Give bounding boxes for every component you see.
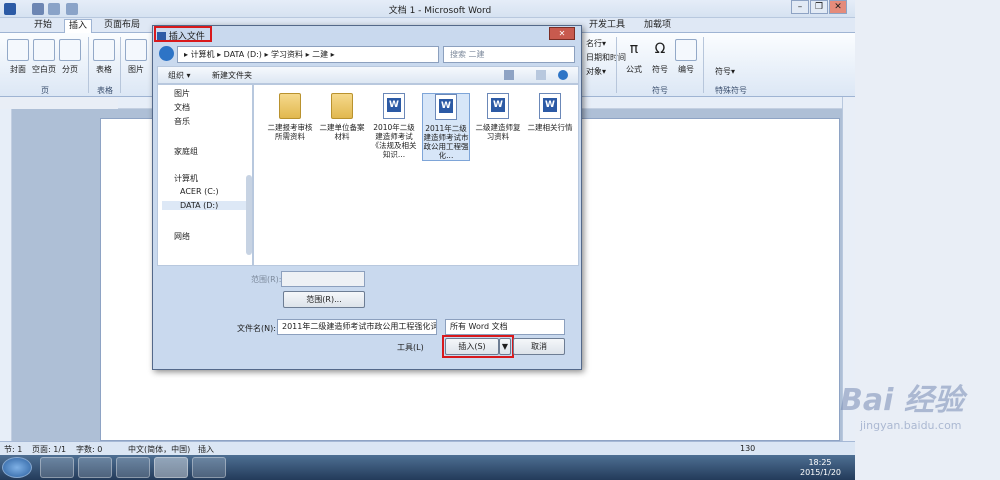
ribbon-divider <box>616 37 617 93</box>
restore-button[interactable]: ❐ <box>810 0 828 14</box>
explorer-icon[interactable] <box>116 457 150 478</box>
watermark-url: jingyan.baidu.com <box>860 419 962 432</box>
nav-item-music[interactable]: 音乐 <box>174 116 190 127</box>
file-item[interactable]: 二级建造师复习资料 <box>474 93 522 141</box>
range-input[interactable] <box>281 271 365 287</box>
tab-addins[interactable]: 加载项 <box>640 19 675 33</box>
search-input[interactable]: 搜索 二建 <box>443 46 575 63</box>
blank-page-button[interactable]: 空白页 <box>30 39 58 75</box>
tools-button[interactable]: 工具(L) <box>397 342 424 353</box>
ie-icon[interactable] <box>40 457 74 478</box>
window-title: 文档 1 - Microsoft Word <box>388 6 492 16</box>
app-taskbar-icon[interactable] <box>192 457 226 478</box>
nav-item-network[interactable]: 网络 <box>174 231 190 242</box>
range-button[interactable]: 范围(R)... <box>283 291 365 308</box>
nav-item-pictures[interactable]: 图片 <box>174 88 190 99</box>
back-arrow-icon[interactable] <box>159 46 174 61</box>
range-label: 范围(R): <box>251 275 282 284</box>
word-document-icon <box>435 94 457 120</box>
new-folder-button[interactable]: 新建文件夹 <box>212 70 252 81</box>
nav-item-documents[interactable]: 文档 <box>174 102 190 113</box>
status-language[interactable]: 中文(简体，中国) <box>128 444 190 455</box>
numbering-button[interactable]: 编号 <box>672 39 700 75</box>
dialog-close-button[interactable]: ✕ <box>549 27 575 40</box>
vertical-ruler <box>0 109 12 441</box>
filename-input[interactable]: 2011年二级建造师考试市政公用工程强化词 <box>277 319 437 335</box>
group-special-symbols-label: 特殊符号 <box>715 86 747 95</box>
undo-icon[interactable] <box>48 3 60 15</box>
status-section: 节: 1 <box>4 445 23 454</box>
equation-button[interactable]: π 公式 <box>620 39 648 75</box>
tab-page-layout[interactable]: 页面布局 <box>100 19 144 33</box>
word-document-icon <box>539 93 561 119</box>
title-bar: 文档 1 - Microsoft Word – ❐ ✕ <box>0 0 855 18</box>
close-button[interactable]: ✕ <box>829 0 847 14</box>
picture-button[interactable]: 图片 <box>122 39 150 75</box>
page-break-button[interactable]: 分页 <box>56 39 84 75</box>
table-button[interactable]: 表格 <box>90 39 118 75</box>
media-player-icon[interactable] <box>78 457 112 478</box>
file-list: 二建报考审核所需资料 二建单位备案材料 2010年二级建造师考试《法规及相关知识… <box>253 84 579 266</box>
zoom-level[interactable]: 130 <box>740 444 755 453</box>
status-bar: 节: 1 页面: 1/1 字数: 0 中文(简体，中国) 插入 130 <box>0 441 855 455</box>
dialog-toolbar: 组织 ▾ 新建文件夹 <box>157 66 579 84</box>
save-icon[interactable] <box>32 3 44 15</box>
watermark-brand: Bai 经验 <box>840 383 964 418</box>
folder-icon <box>279 93 301 119</box>
word-document-icon <box>383 93 405 119</box>
nav-scrollbar[interactable] <box>246 175 252 255</box>
nav-item-drive-d[interactable]: DATA (D:) <box>162 201 246 210</box>
file-item[interactable]: 2010年二级建造师考试《法规及相关知识... <box>370 93 418 159</box>
minimize-button[interactable]: – <box>791 0 809 14</box>
status-mode[interactable]: 插入 <box>198 444 214 455</box>
status-words[interactable]: 字数: 0 <box>76 444 102 455</box>
word-document-icon <box>487 93 509 119</box>
insert-highlight-box <box>442 335 514 358</box>
ribbon-divider <box>120 37 121 93</box>
baidu-watermark: Bai 经验 jingyan.baidu.com <box>840 375 990 475</box>
cover-button[interactable]: 封面 <box>4 39 32 75</box>
ribbon-divider <box>88 37 89 93</box>
word-logo-icon[interactable] <box>4 3 16 15</box>
group-symbols-label: 符号 <box>652 86 668 95</box>
taskbar: 18:25 2015/1/20 <box>0 455 855 480</box>
redo-icon[interactable] <box>66 3 78 15</box>
ribbon-signature-line[interactable]: 名行▾ <box>586 38 606 49</box>
nav-item-computer[interactable]: 计算机 <box>174 173 198 184</box>
word-taskbar-icon[interactable] <box>154 457 188 478</box>
organize-button[interactable]: 组织 ▾ <box>168 70 191 81</box>
group-table-label: 表格 <box>97 86 113 95</box>
navigation-pane: 图片 文档 音乐 家庭组 计算机 ACER (C:) DATA (D:) 网络 <box>157 84 253 266</box>
insert-file-dialog: 插入文件 ✕ ▸ 计算机 ▸ DATA (D:) ▸ 学习资料 ▸ 二建 ▸ 搜… <box>152 25 582 370</box>
clock-date[interactable]: 2015/1/20 <box>800 468 841 478</box>
filetype-select[interactable]: 所有 Word 文档 <box>445 319 565 335</box>
file-item[interactable]: 二建单位备案材料 <box>318 93 366 141</box>
preview-pane-icon[interactable] <box>536 70 546 80</box>
filename-label: 文件名(N): <box>237 324 276 333</box>
start-orb-icon[interactable] <box>2 457 32 478</box>
nav-item-homegroup[interactable]: 家庭组 <box>174 146 198 157</box>
view-icon[interactable] <box>504 70 514 80</box>
tab-home[interactable]: 开始 <box>30 19 56 33</box>
tab-insert[interactable]: 插入 <box>64 19 93 33</box>
symbol-button[interactable]: Ω 符号 <box>646 39 674 75</box>
folder-icon <box>331 93 353 119</box>
tab-developer[interactable]: 开发工具 <box>585 19 629 33</box>
group-pages-label: 页 <box>41 86 49 95</box>
ribbon-divider <box>703 37 704 93</box>
title-highlight-box <box>154 26 212 42</box>
special-symbol-dropdown[interactable]: 符号▾ <box>715 66 735 77</box>
cancel-button[interactable]: 取消 <box>513 338 565 355</box>
file-item[interactable]: 二建报考审核所需资料 <box>266 93 314 141</box>
address-bar[interactable]: ▸ 计算机 ▸ DATA (D:) ▸ 学习资料 ▸ 二建 ▸ <box>177 46 439 63</box>
file-item[interactable]: 二建相关行情 <box>526 93 574 132</box>
clock-time[interactable]: 18:25 <box>800 458 840 468</box>
help-icon[interactable] <box>558 70 568 80</box>
ribbon-object[interactable]: 对象▾ <box>586 66 606 77</box>
status-page[interactable]: 页面: 1/1 <box>32 444 66 455</box>
file-item-selected[interactable]: 2011年二级建造师考试市政公用工程强化... <box>422 93 470 161</box>
nav-item-drive-c[interactable]: ACER (C:) <box>180 187 219 196</box>
